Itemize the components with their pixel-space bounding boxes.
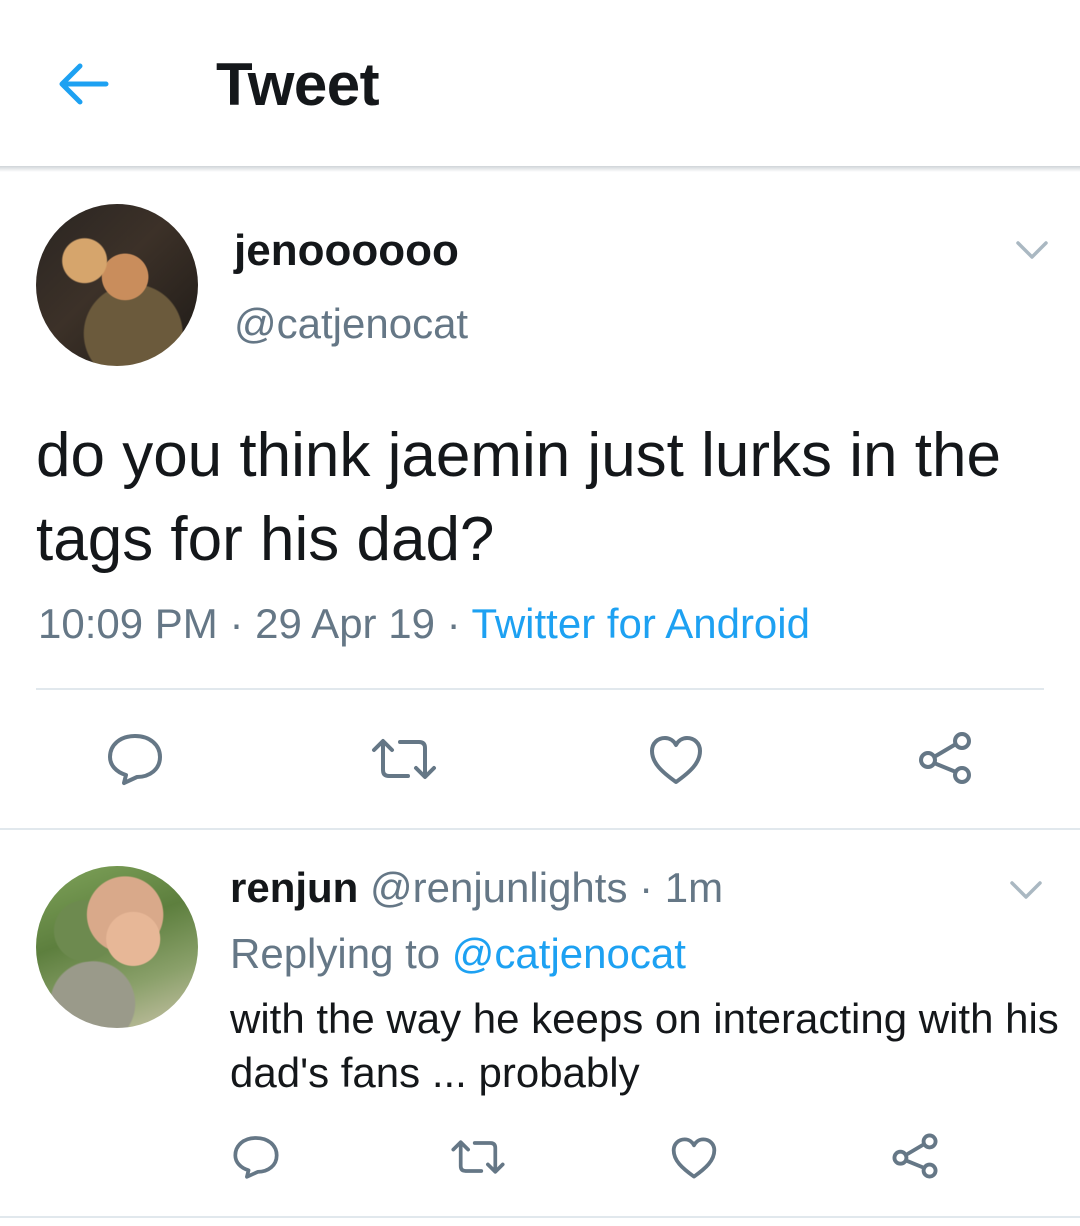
arrow-left-icon: [59, 63, 109, 105]
tweet-text: do you think jaemin just lurks in the ta…: [36, 421, 1001, 574]
reply-header: renjun @renjunlights · 1m: [230, 864, 723, 912]
reply-retweet-button[interactable]: [450, 1138, 506, 1176]
divider: [36, 688, 1044, 690]
retweet-button[interactable]: [370, 736, 438, 782]
tweet-time: 10:09 PM: [38, 600, 218, 647]
replying-to-mention[interactable]: @catjenocat: [452, 930, 686, 977]
chevron-down-icon: [1010, 881, 1042, 899]
share-icon: [892, 1133, 938, 1179]
tweet-date: 29 Apr 19: [255, 600, 435, 647]
like-icon: [650, 736, 702, 784]
reply-display-name[interactable]: renjun: [230, 864, 358, 911]
reply-button[interactable]: [106, 732, 164, 786]
reply-icon: [233, 1136, 279, 1179]
reply-share-button[interactable]: [890, 1132, 940, 1180]
like-button[interactable]: [648, 734, 704, 786]
retweet-icon: [372, 739, 436, 779]
replying-prefix: Replying to: [230, 930, 452, 977]
reply-reply-button[interactable]: [232, 1134, 280, 1180]
share-button[interactable]: [916, 730, 974, 786]
chevron-down-icon: [1016, 241, 1048, 259]
reply-options-button[interactable]: [1008, 878, 1044, 902]
tweet-options-button[interactable]: [1014, 238, 1050, 262]
reply-avatar[interactable]: [36, 866, 198, 1028]
meta-separator: ·: [217, 600, 256, 647]
author-handle[interactable]: @catjenocat: [234, 300, 468, 348]
page-title: Tweet: [216, 51, 380, 118]
tweet-source-link[interactable]: Twitter for Android: [472, 600, 810, 647]
reply-handle[interactable]: @renjunlights: [370, 864, 627, 911]
reply-icon: [108, 734, 162, 785]
back-button[interactable]: [54, 58, 114, 110]
reply-like-button[interactable]: [670, 1136, 718, 1180]
replying-to-line: Replying to @catjenocat: [230, 930, 686, 978]
divider: [0, 1216, 1080, 1218]
divider: [0, 828, 1080, 830]
retweet-icon: [451, 1140, 505, 1174]
top-bar: Tweet: [0, 0, 1080, 168]
tweet-meta: 10:09 PM · 29 Apr 19 · Twitter for Andro…: [38, 600, 810, 648]
reply-text: with the way he keeps on interacting wit…: [230, 995, 1059, 1096]
reply-age: 1m: [664, 864, 724, 911]
share-icon: [919, 732, 971, 784]
header-divider: [0, 166, 1080, 172]
meta-separator: ·: [434, 600, 472, 647]
avatar[interactable]: [36, 204, 198, 366]
meta-separator: ·: [627, 864, 665, 911]
author-display-name[interactable]: jenoooooo: [234, 226, 459, 276]
like-icon: [671, 1137, 717, 1179]
